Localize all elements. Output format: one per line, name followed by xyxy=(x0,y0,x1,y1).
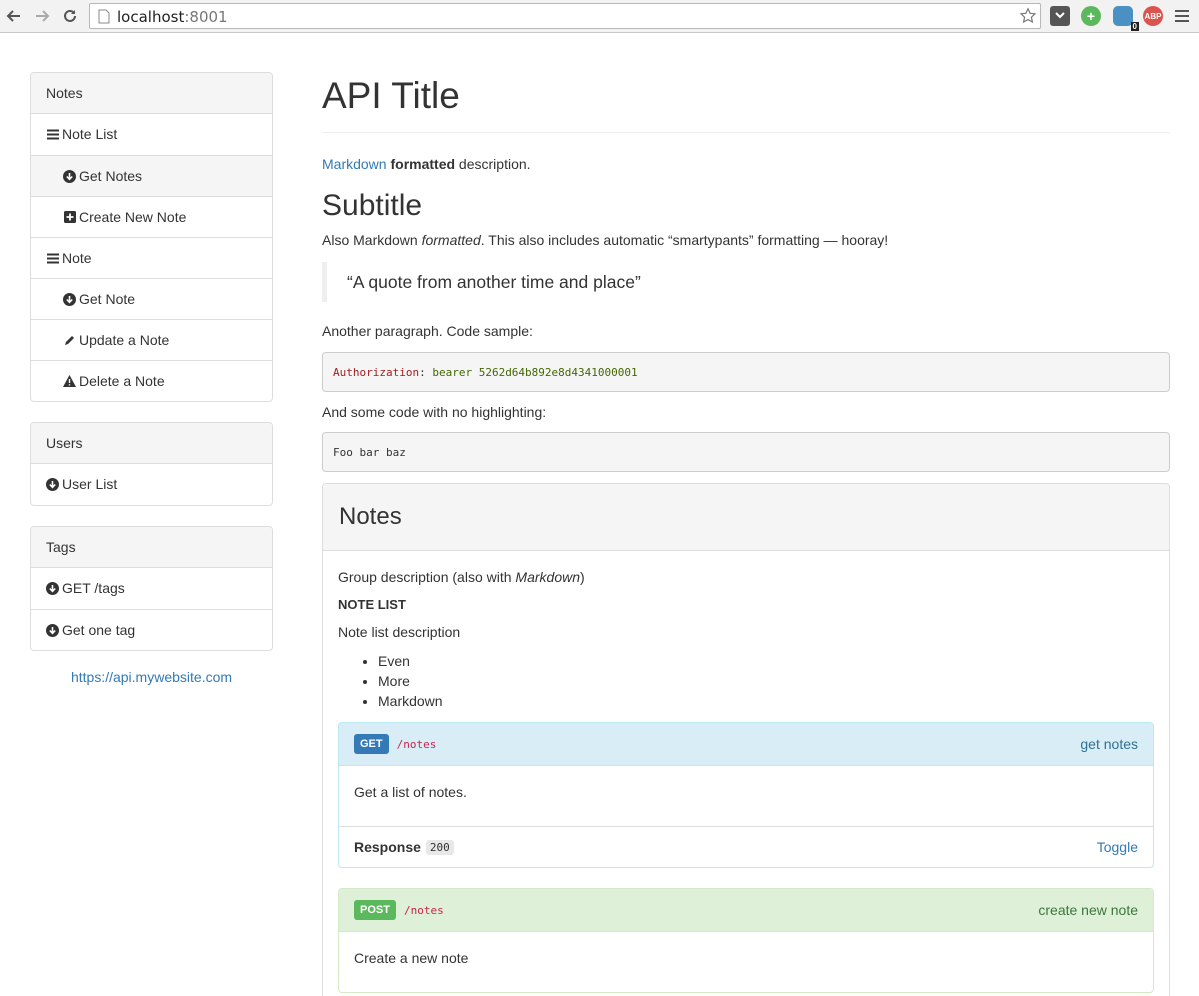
page-icon xyxy=(98,9,110,24)
list-item: More xyxy=(378,671,1154,691)
sidebar-item-get-tags[interactable]: GET /tags xyxy=(31,568,272,609)
method-badge: GET xyxy=(354,734,389,754)
star-icon[interactable] xyxy=(1019,7,1037,25)
hamburger-icon xyxy=(1175,10,1189,22)
sidebar-item-label: Get Note xyxy=(79,290,136,307)
resource-description: Note list description xyxy=(338,624,461,640)
sidebar-item-update-a-note[interactable]: Update a Note xyxy=(31,319,272,360)
api-host-link[interactable]: https://api.mywebsite.com xyxy=(30,669,273,685)
sidebar-item-label: Note xyxy=(62,249,92,266)
add-extension-icon[interactable]: + xyxy=(1081,6,1101,26)
bullet-list: Even More Markdown xyxy=(378,651,1154,711)
menu-icon xyxy=(46,252,59,265)
sidebar-item-label: GET /tags xyxy=(62,580,125,596)
sidebar-item-label: Get one tag xyxy=(62,621,136,638)
page-title: API Title xyxy=(322,75,460,116)
sidebar-item-get-one-tag[interactable]: Get one tag xyxy=(31,609,272,650)
api-description: Markdown formatted description. xyxy=(322,154,1170,174)
sidebar-item-note-list[interactable]: Note List xyxy=(31,114,272,155)
description-bold: formatted xyxy=(390,156,456,172)
group-body: Group description (also with Markdown) N… xyxy=(323,551,1169,993)
action-header[interactable]: GET /notes get notes xyxy=(339,723,1153,766)
reload-button[interactable] xyxy=(60,6,80,26)
sidebar-item-label: Get Notes xyxy=(79,167,143,184)
back-button[interactable] xyxy=(4,6,24,26)
toggle-link[interactable]: Toggle xyxy=(1097,839,1138,855)
list-item: Even xyxy=(378,651,1154,671)
sidebar-heading[interactable]: Tags xyxy=(31,527,272,568)
action-description: Get a list of notes. xyxy=(354,784,467,800)
url-text: localhost:8001 xyxy=(117,8,228,26)
status-code-badge: 200 xyxy=(425,839,454,855)
sidebar-item-create-new-note[interactable]: Create New Note xyxy=(31,196,272,237)
list-item: Markdown xyxy=(378,691,1154,711)
code-block-highlighted: Authorization: bearer 5262d64b892e8d4341… xyxy=(322,352,1170,392)
browser-toolbar: localhost:8001 + 0 ABP xyxy=(0,0,1199,33)
menu-button[interactable] xyxy=(1172,6,1192,26)
reload-icon xyxy=(64,9,76,22)
divider xyxy=(322,132,1170,133)
action-get-notes: GET /notes get notes Get a list of notes… xyxy=(338,722,1154,868)
description-text: description. xyxy=(455,156,531,172)
blockquote: “A quote from another time and place” xyxy=(322,262,1170,302)
paragraph: And some code with no highlighting: xyxy=(322,404,547,420)
sidebar-item-label: Create New Note xyxy=(79,208,187,225)
action-description: Create a new note xyxy=(354,950,469,966)
resource-group-notes: Notes Group description (also with Markd… xyxy=(322,483,1170,996)
arrow-circle-down-icon xyxy=(63,169,76,183)
sidebar-item-get-note[interactable]: Get Note xyxy=(31,278,272,319)
ghostery-extension-icon[interactable]: 0 xyxy=(1113,6,1139,31)
sidebar-item-user-list[interactable]: User List xyxy=(31,464,272,505)
sidebar-item-get-notes[interactable]: Get Notes xyxy=(31,155,272,196)
arrow-left-icon xyxy=(6,10,20,22)
subtitle-heading: Subtitle xyxy=(322,189,423,222)
arrow-circle-down-icon xyxy=(63,292,76,306)
sidebar-item-delete-a-note[interactable]: Delete a Note xyxy=(31,360,272,401)
method-badge: POST xyxy=(354,900,396,920)
menu-icon xyxy=(46,128,59,141)
markdown-link[interactable]: Markdown xyxy=(322,156,387,172)
action-create-new-note: POST /notes create new note Create a new… xyxy=(338,888,1154,993)
extension-badge: 0 xyxy=(1130,22,1139,31)
action-header[interactable]: POST /notes create new note xyxy=(339,889,1153,932)
response-row: Response 200 Toggle xyxy=(339,826,1153,867)
action-name: get notes xyxy=(1080,736,1138,752)
sidebar-item-label: Note List xyxy=(62,126,118,142)
sidebar-item-label: User List xyxy=(62,476,118,492)
action-path: /notes xyxy=(403,903,444,917)
plus-square-icon xyxy=(63,211,76,224)
arrow-circle-down-icon xyxy=(46,478,59,491)
sidebar-heading[interactable]: Notes xyxy=(31,73,272,114)
subtitle-paragraph: Also Markdown formatted. This also inclu… xyxy=(322,232,889,248)
group-title: Notes xyxy=(323,484,1169,551)
sidebar-item-note[interactable]: Note xyxy=(31,237,272,278)
arrow-circle-down-icon xyxy=(46,623,59,637)
code-block-plain: Foo bar baz xyxy=(322,432,1170,472)
sidebar-panel-users: Users User List xyxy=(30,422,273,506)
sidebar-nav: Notes Note List Get Notes Create New Not… xyxy=(30,72,273,685)
pencil-icon xyxy=(63,334,76,347)
sidebar-item-label: Delete a Note xyxy=(79,372,165,389)
group-description: Group description (also with Markdown) xyxy=(338,569,585,585)
sidebar-panel-notes: Notes Note List Get Notes Create New Not… xyxy=(30,72,273,402)
sidebar-panel-tags: Tags GET /tags Get one tag xyxy=(30,526,273,651)
paragraph: Another paragraph. Code sample: xyxy=(322,323,533,339)
resource-title: NOTE LIST xyxy=(338,597,406,612)
address-bar[interactable]: localhost:8001 xyxy=(89,3,1041,29)
forward-button[interactable] xyxy=(32,6,52,26)
sidebar-heading[interactable]: Users xyxy=(31,423,272,464)
warning-icon xyxy=(63,375,76,388)
pocket-extension-icon[interactable] xyxy=(1050,6,1070,26)
sidebar-item-label: Update a Note xyxy=(79,331,170,348)
response-label: Response xyxy=(354,839,421,855)
action-name: create new note xyxy=(1038,902,1138,918)
arrow-circle-down-icon xyxy=(46,582,59,595)
main-content: API Title Markdown formatted description… xyxy=(322,72,1170,996)
action-path: /notes xyxy=(396,737,437,751)
adblock-extension-icon[interactable]: ABP xyxy=(1143,6,1163,26)
arrow-right-icon xyxy=(36,10,50,22)
